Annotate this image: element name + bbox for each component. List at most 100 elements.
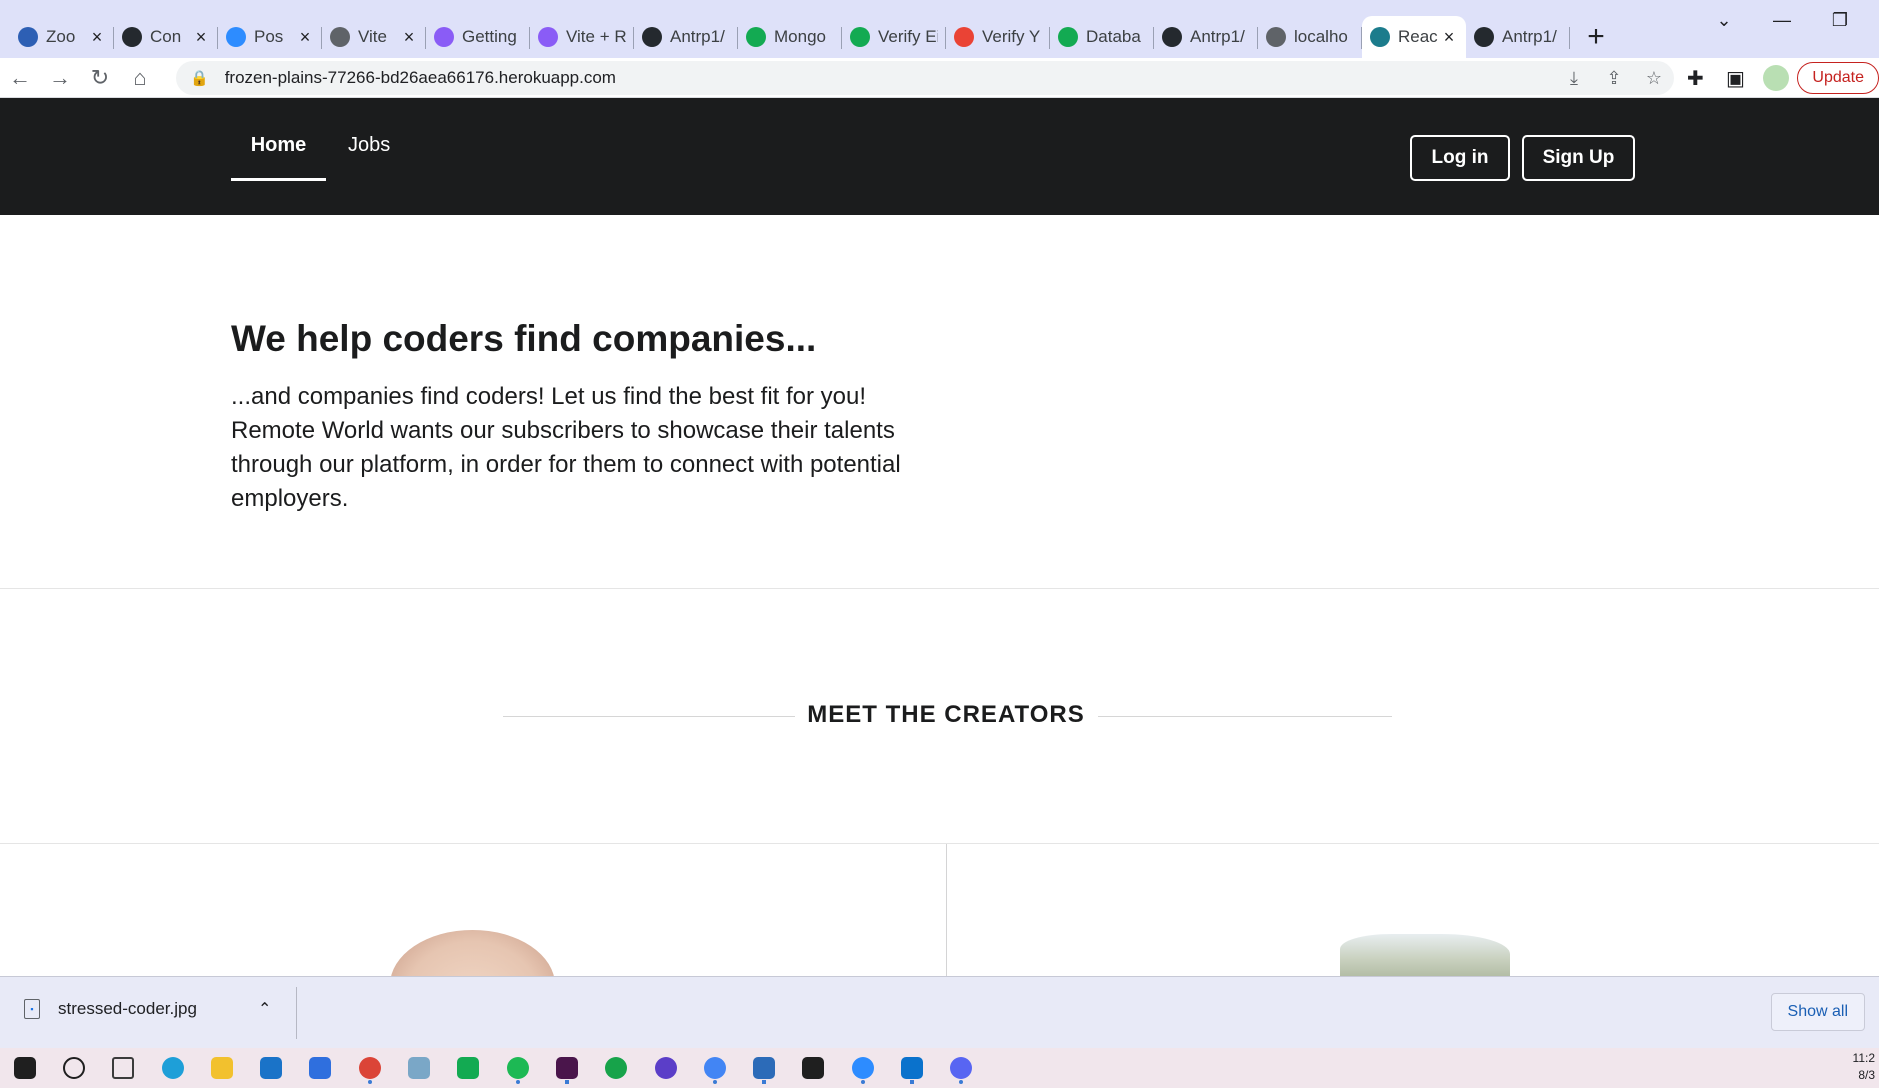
browser-tab[interactable]: Antrp1/ xyxy=(1154,16,1258,58)
browser-tab[interactable]: Vite × xyxy=(322,16,426,58)
system-clock[interactable]: 11:2 8/3 xyxy=(1853,1050,1875,1084)
minimize-icon[interactable]: — xyxy=(1753,10,1811,31)
heading-rule-left xyxy=(503,716,795,717)
home-icon[interactable]: ⌂ xyxy=(120,65,160,91)
download-item[interactable]: ▪ stressed-coder.jpg xyxy=(24,999,197,1019)
signup-button[interactable]: Sign Up xyxy=(1522,135,1635,181)
update-button[interactable]: Update xyxy=(1797,62,1879,94)
share-icon[interactable]: ⇪ xyxy=(1594,68,1634,89)
app-purple-icon[interactable] xyxy=(641,1048,690,1088)
new-tab-button[interactable]: + xyxy=(1576,16,1616,58)
close-tab-icon[interactable]: × xyxy=(192,27,210,48)
extensions-icon[interactable]: ✚ xyxy=(1675,66,1715,91)
mongodb-compass-icon-glyph xyxy=(457,1057,480,1079)
slack-icon[interactable] xyxy=(542,1048,591,1088)
app-purple-icon-glyph xyxy=(654,1057,677,1079)
photos-icon[interactable] xyxy=(739,1048,788,1088)
chrome-icon[interactable] xyxy=(690,1048,739,1088)
github-icon xyxy=(1162,27,1182,47)
tab-title: Mongo xyxy=(774,27,826,46)
back-icon[interactable]: ← xyxy=(0,65,40,91)
edge-icon[interactable] xyxy=(148,1048,197,1088)
download-file-name[interactable]: stressed-coder.jpg xyxy=(58,999,197,1019)
tab-title: Antrp1/ xyxy=(1190,27,1245,46)
spotify-icon[interactable] xyxy=(493,1048,542,1088)
close-tab-icon[interactable]: × xyxy=(296,27,314,48)
globe-icon xyxy=(330,27,350,47)
tab-title: Databa xyxy=(1086,27,1141,46)
profile-avatar[interactable] xyxy=(1763,65,1790,91)
taskbar-apps xyxy=(0,1048,986,1088)
mongodb-compass-icon[interactable] xyxy=(444,1048,493,1088)
chevron-up-icon[interactable]: ⌃ xyxy=(258,999,271,1019)
lock-icon[interactable]: 🔒 xyxy=(190,69,209,87)
browser-tab[interactable]: Pos × xyxy=(218,16,322,58)
browser-tab[interactable]: Zoo × xyxy=(10,16,114,58)
vite-icon xyxy=(434,27,454,47)
terminal-icon[interactable] xyxy=(789,1048,838,1088)
app-green-icon[interactable] xyxy=(592,1048,641,1088)
gmail-icon xyxy=(954,27,974,47)
tab-title: Zoo xyxy=(46,27,76,46)
window-controls: ⌄ — ❐ xyxy=(1695,10,1869,31)
tab-title: Getting xyxy=(462,27,517,46)
tab-search-icon[interactable]: ⌄ xyxy=(1695,10,1753,31)
hero-description: ...and companies find coders! Let us fin… xyxy=(231,383,901,512)
browser-tab[interactable]: Databa xyxy=(1050,16,1154,58)
browser-tab[interactable]: Antrp1/ xyxy=(1466,16,1570,58)
browser-tab[interactable]: Getting xyxy=(426,16,530,58)
browser-tab[interactable]: Reac × xyxy=(1362,16,1466,58)
creators-heading: MEET THE CREATORS xyxy=(807,701,1085,728)
windows-start-icon[interactable] xyxy=(0,1048,49,1088)
browser-tab[interactable]: Verify Ei xyxy=(842,16,946,58)
browser-tab[interactable]: localho xyxy=(1258,16,1362,58)
site-navbar: Home Jobs Log in Sign Up xyxy=(0,98,1879,215)
nav-jobs-link[interactable]: Jobs xyxy=(348,134,390,181)
search-icon[interactable] xyxy=(49,1048,98,1088)
globe-icon xyxy=(1266,27,1286,47)
show-all-button[interactable]: Show all xyxy=(1770,993,1865,1031)
zoom-icon[interactable] xyxy=(838,1048,887,1088)
browser-tab[interactable]: Antrp1/ xyxy=(634,16,738,58)
login-button[interactable]: Log in xyxy=(1410,135,1510,181)
chrome-icon-glyph xyxy=(703,1057,726,1079)
close-tab-icon[interactable]: × xyxy=(88,27,106,48)
vscode-icon-glyph xyxy=(900,1057,923,1079)
todo-icon[interactable] xyxy=(296,1048,345,1088)
file-explorer-icon[interactable] xyxy=(197,1048,246,1088)
browser-tab[interactable]: Verify Y xyxy=(946,16,1050,58)
heading-rule-right xyxy=(1098,716,1392,717)
task-view-icon[interactable] xyxy=(99,1048,148,1088)
tab-title: Pos xyxy=(254,27,284,46)
mail-icon[interactable] xyxy=(246,1048,295,1088)
bookmark-star-icon[interactable]: ☆ xyxy=(1634,68,1674,89)
browser-tab[interactable]: Con × xyxy=(114,16,218,58)
discord-icon[interactable] xyxy=(937,1048,986,1088)
mongodb-icon xyxy=(1058,27,1078,47)
file-explorer-icon-glyph xyxy=(210,1057,233,1079)
browser-tab[interactable]: Mongo xyxy=(738,16,842,58)
reload-icon[interactable]: ↻ xyxy=(80,65,120,91)
forward-icon[interactable]: → xyxy=(40,65,80,91)
cards-top-divider xyxy=(0,843,1879,844)
task-view-icon-glyph xyxy=(112,1057,135,1079)
mail-icon-glyph xyxy=(260,1057,283,1079)
restore-icon[interactable]: ❐ xyxy=(1811,10,1869,31)
section-divider xyxy=(0,588,1879,589)
address-bar[interactable]: 🔒 frozen-plains-77266-bd26aea66176.herok… xyxy=(176,61,1674,95)
slack-icon-glyph xyxy=(555,1057,578,1079)
chrome-profile-icon[interactable] xyxy=(345,1048,394,1088)
close-tab-icon[interactable]: × xyxy=(1440,27,1458,48)
windows-taskbar: 11:2 8/3 xyxy=(0,1048,1879,1088)
notes-icon[interactable] xyxy=(394,1048,443,1088)
vite-icon xyxy=(538,27,558,47)
vscode-icon[interactable] xyxy=(887,1048,936,1088)
close-tab-icon[interactable]: × xyxy=(400,27,418,48)
nav-home-link[interactable]: Home xyxy=(231,134,326,181)
browser-tab[interactable]: Vite + R xyxy=(530,16,634,58)
url-text[interactable]: frozen-plains-77266-bd26aea66176.herokua… xyxy=(225,68,1554,88)
react-icon xyxy=(1370,27,1390,47)
download-bar: ▪ stressed-coder.jpg ⌃ Show all xyxy=(0,976,1879,1048)
side-panel-icon[interactable]: ▣ xyxy=(1715,66,1755,91)
install-app-icon[interactable]: ⤓ xyxy=(1554,68,1594,89)
